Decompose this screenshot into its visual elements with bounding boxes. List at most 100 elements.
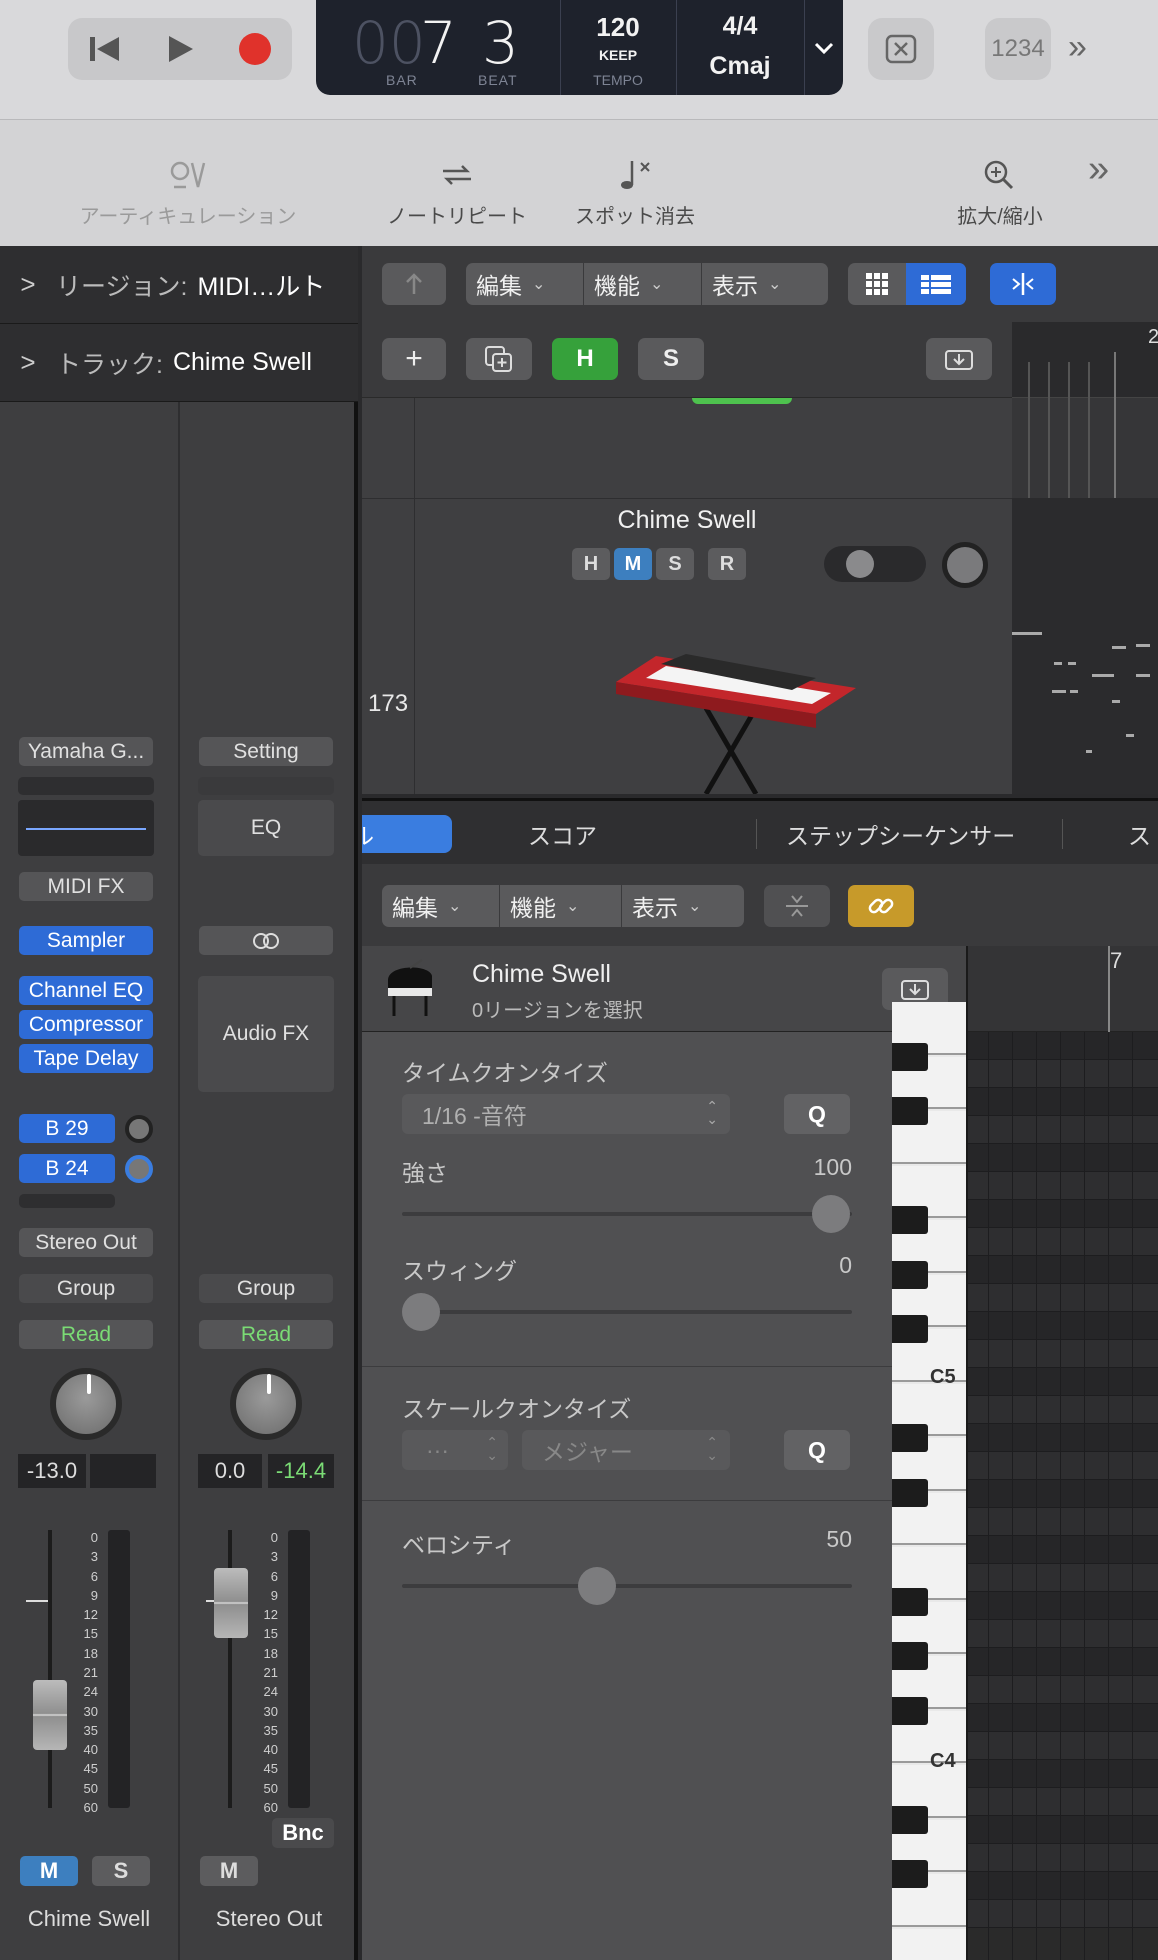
channel-name[interactable]: Chime Swell [0,1906,178,1932]
editor-edit-menu[interactable]: 編集 ⌄ [382,885,500,927]
catch-button[interactable] [990,263,1056,305]
pan-knob[interactable] [942,542,988,588]
hide-tracks-button[interactable]: H [552,338,618,380]
lcd-display[interactable]: 00 7 3 BAR BEAT 120 KEEP TEMPO 4/4 Cmaj [316,0,843,95]
piano-keyboard[interactable]: C5 C4 [892,1002,968,1960]
tempo-display[interactable]: 120 KEEP TEMPO [560,0,676,95]
scale-quantize-q-button[interactable]: Q [784,1430,850,1470]
scale-root-select[interactable]: ··· ⌃ ⌄ [402,1430,508,1470]
audio-fx-slot-2[interactable]: Compressor [19,1010,153,1039]
tuner-button[interactable] [868,18,934,80]
black-key[interactable] [892,1097,928,1125]
solo-button[interactable]: S [656,548,694,580]
tab-smart-tempo[interactable]: ス [1128,801,1151,867]
play-button[interactable] [143,18,217,80]
volume-slider[interactable] [824,546,926,582]
volume-fader[interactable] [33,1680,67,1750]
audio-fx-slot[interactable]: Audio FX [198,976,334,1092]
piano-roll-grid[interactable]: 7 [968,946,1158,1960]
more-transport-icon[interactable]: » [1068,28,1087,67]
up-level-button[interactable] [382,263,446,305]
region-inspector-header[interactable]: > リージョン: MIDI…ルト [0,246,358,324]
send-knob-2[interactable] [125,1155,153,1183]
mute-button[interactable]: M [20,1856,78,1886]
swing-slider[interactable] [402,1310,852,1314]
position-display[interactable]: 00 7 3 BAR BEAT [316,0,519,95]
signature-key-display[interactable]: 4/4 Cmaj [676,0,804,95]
tab-score[interactable]: スコア [528,801,597,867]
send-slot-1[interactable]: B 29 [19,1114,115,1143]
white-key[interactable] [892,1928,968,1960]
automation-mode[interactable]: Read [19,1320,153,1349]
black-key[interactable] [892,1206,928,1234]
more-tools-icon[interactable]: » [1088,148,1109,191]
mute-button[interactable]: M [200,1856,258,1886]
note-repeat-tool[interactable]: ノートリピート [382,150,532,229]
link-button[interactable] [848,885,914,927]
view-menu[interactable]: 表示 ⌄ [702,263,828,305]
record-button[interactable] [218,18,292,80]
mute-button[interactable]: M [614,548,652,580]
solo-tracks-button[interactable]: S [638,338,704,380]
black-key[interactable] [892,1260,928,1289]
black-key[interactable] [892,1805,928,1834]
group-slot[interactable]: Group [199,1274,333,1303]
spot-erase-tool[interactable]: スポット消去 [570,150,700,229]
midi-fx-slot[interactable]: MIDI FX [19,872,153,901]
velocity-slider[interactable] [402,1584,852,1588]
group-slot[interactable]: Group [19,1274,153,1303]
zoom-tool[interactable]: 拡大/縮小 [940,150,1060,229]
pan-knob[interactable] [50,1368,122,1440]
pan-knob[interactable] [230,1368,302,1440]
channel-name[interactable]: Stereo Out [180,1906,358,1932]
empty-send-slot[interactable] [19,1194,115,1208]
tracks-view-icon[interactable] [906,263,966,305]
black-key[interactable] [892,1042,928,1071]
import-button[interactable] [926,338,992,380]
black-key[interactable] [892,1424,928,1452]
edit-menu[interactable]: 編集 ⌄ [466,263,584,305]
black-key[interactable] [892,1860,928,1888]
send-slot-2[interactable]: B 24 [19,1154,115,1183]
lcd-menu-button[interactable] [804,0,843,95]
duplicate-track-button[interactable] [466,338,532,380]
black-key[interactable] [892,1315,928,1343]
output-slot[interactable]: Stereo Out [19,1228,153,1257]
channel-setting-button[interactable]: Yamaha G... [19,737,153,766]
black-key[interactable] [892,1642,928,1670]
output-setting-button[interactable]: Setting [199,737,333,766]
strength-slider-thumb[interactable] [812,1195,850,1233]
grid-view-icon[interactable] [848,263,906,305]
collapse-button[interactable] [764,885,830,927]
black-key[interactable] [892,1478,928,1507]
function-menu[interactable]: 機能 ⌄ [584,263,702,305]
hide-button[interactable]: H [572,548,610,580]
count-in-button[interactable]: 1234 [985,18,1051,80]
articulation-tool[interactable]: アーティキュレーション [78,150,298,229]
solo-button[interactable]: S [92,1856,150,1886]
volume-fader[interactable] [214,1568,248,1638]
track-inspector-header[interactable]: > トラック: Chime Swell [0,324,358,402]
bounce-button[interactable]: Bnc [272,1818,334,1848]
editor-view-menu[interactable]: 表示 ⌄ [622,885,744,927]
black-key[interactable] [892,1587,928,1616]
time-quantize-select[interactable]: 1/16 -音符 ⌃ ⌄ [402,1094,730,1134]
eq-slot[interactable]: EQ [198,800,334,856]
send-knob-1[interactable] [125,1115,153,1143]
eq-display[interactable] [18,800,154,856]
velocity-slider-thumb[interactable] [578,1567,616,1605]
rewind-button[interactable] [68,18,142,80]
tab-step-sequencer[interactable]: ステップシーケンサー [786,801,1015,867]
instrument-slot[interactable]: Sampler [19,926,153,955]
time-quantize-q-button[interactable]: Q [784,1094,850,1134]
editor-function-menu[interactable]: 機能 ⌄ [500,885,622,927]
automation-mode[interactable]: Read [199,1320,333,1349]
audio-fx-slot-3[interactable]: Tape Delay [19,1044,153,1073]
volume-value[interactable]: -13.0 [18,1454,86,1488]
record-enable-button[interactable]: R [708,548,746,580]
strength-slider[interactable] [402,1212,852,1216]
add-track-button[interactable]: + [382,338,446,380]
track-name[interactable]: Chime Swell [522,506,852,535]
scale-type-select[interactable]: メジャー ⌃ ⌄ [522,1430,730,1470]
volume-value[interactable]: 0.0 [198,1454,262,1488]
